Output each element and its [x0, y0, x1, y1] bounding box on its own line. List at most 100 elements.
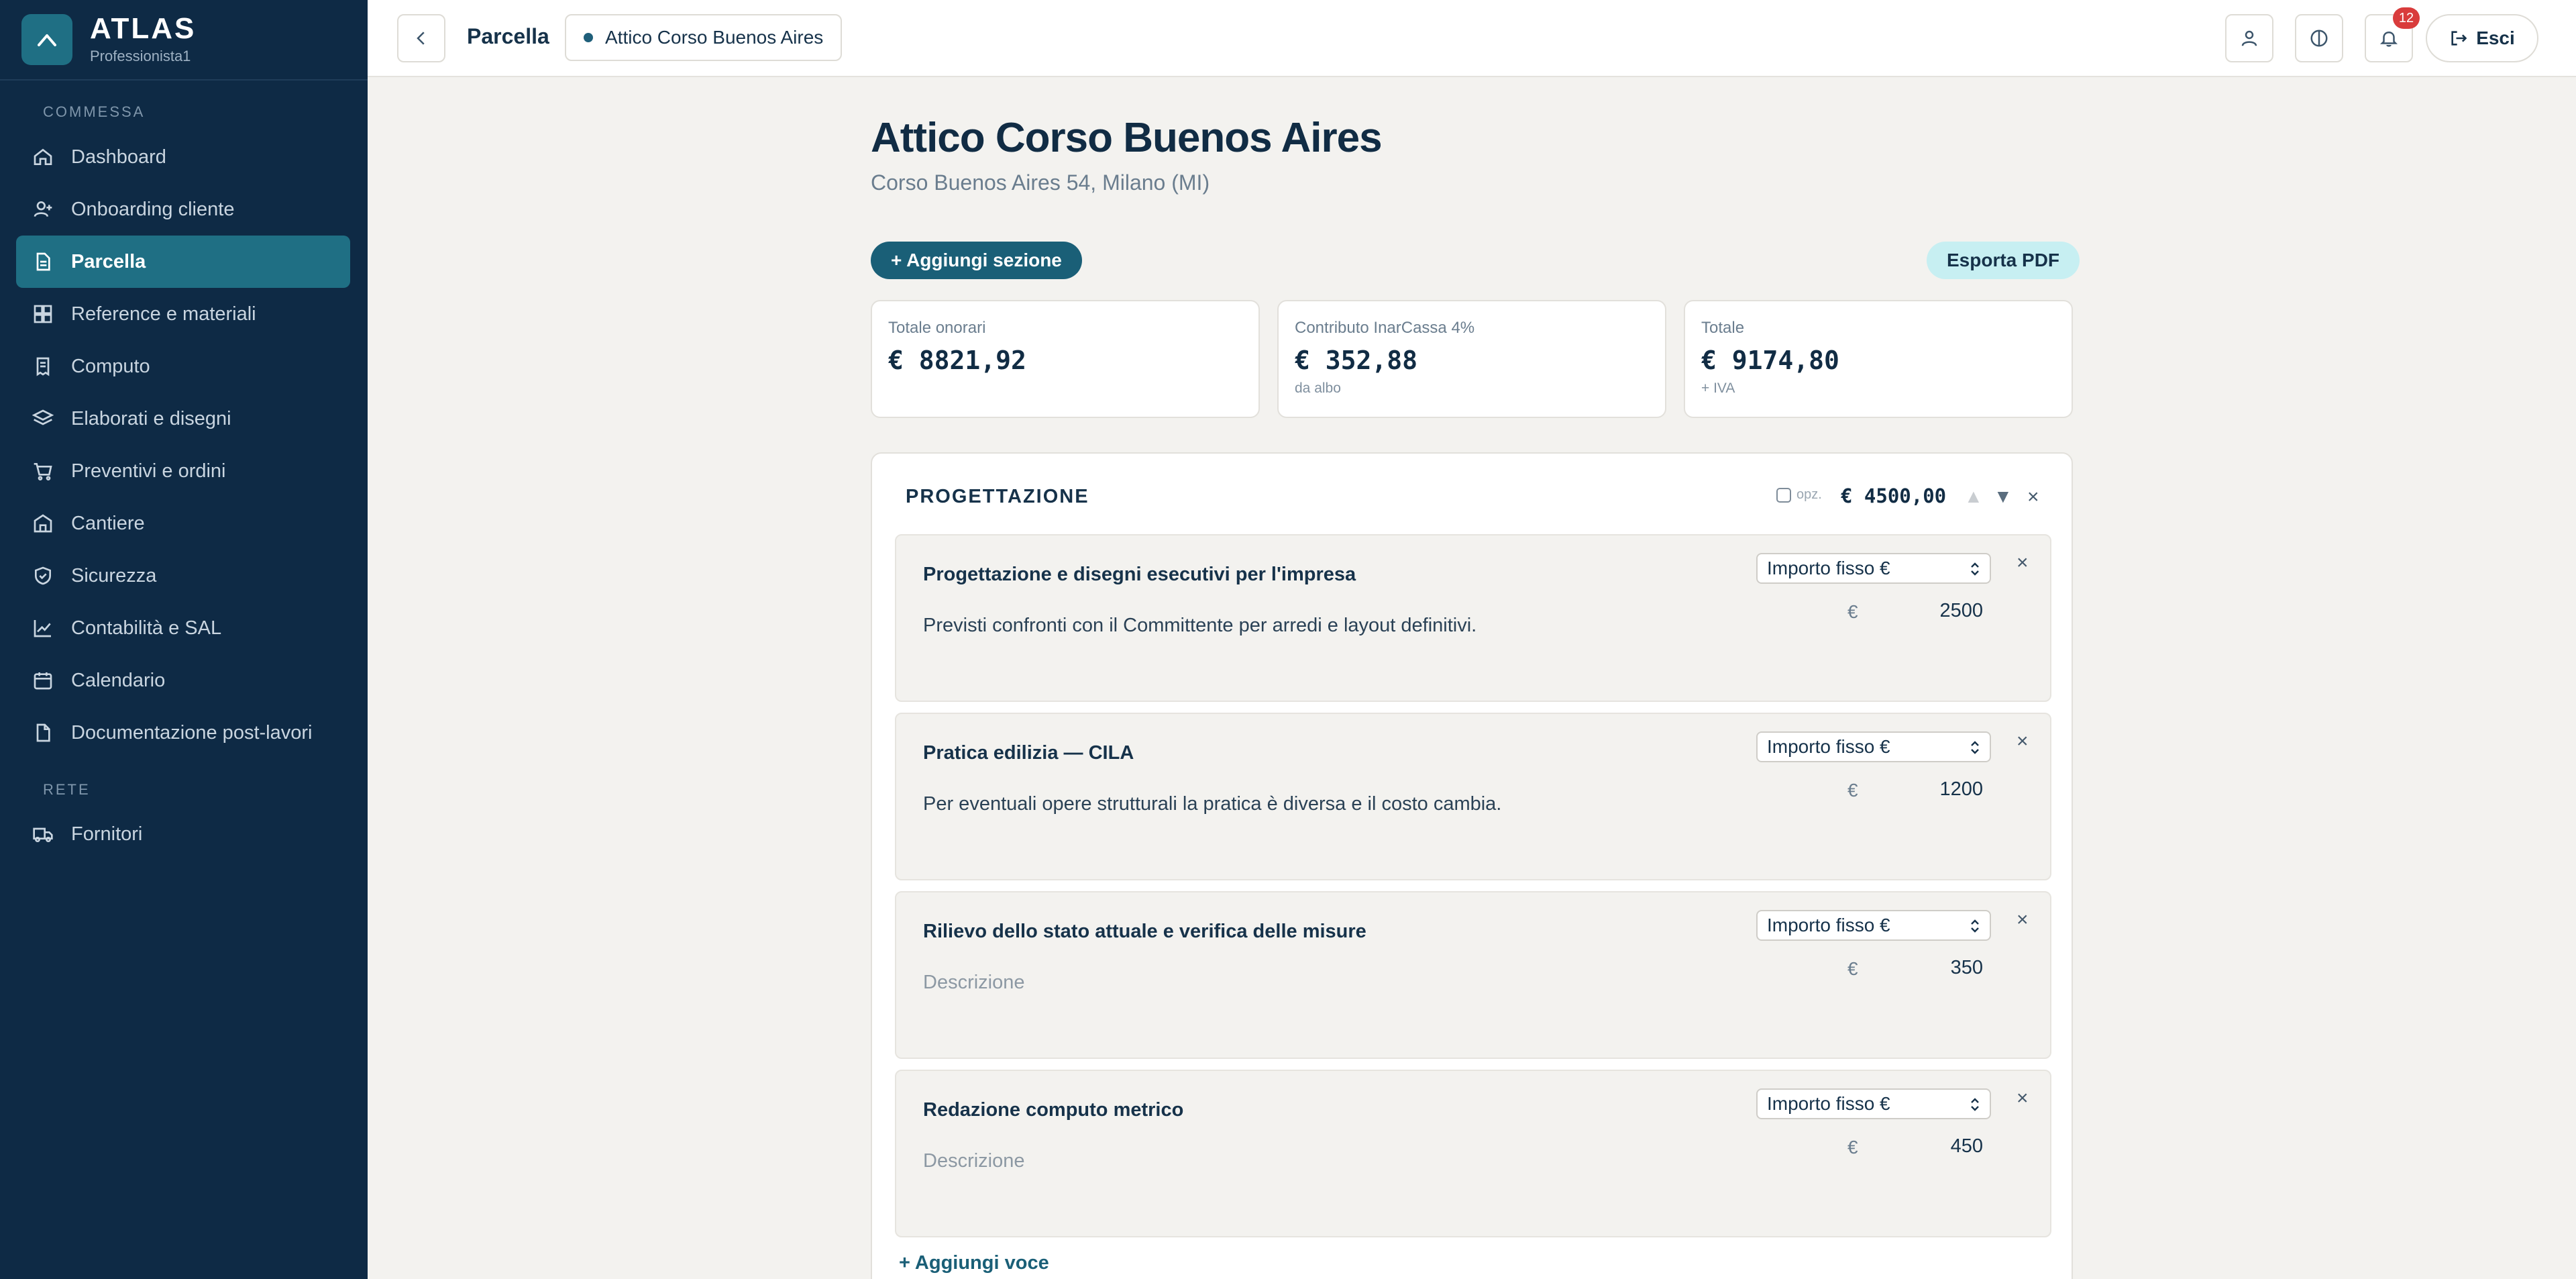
sidebar-item-preventivi[interactable]: Preventivi e ordini [16, 445, 350, 497]
notification-badge: 12 [2393, 7, 2420, 29]
user-plus-icon [32, 199, 54, 220]
card-value: € 8821,92 [888, 346, 1026, 375]
truck-icon [32, 823, 54, 845]
summary-card-inarcassa: Contributo InarCassa 4% € 352,88 da albo [1277, 300, 1666, 418]
amount-input[interactable]: 350 [1951, 957, 1983, 979]
sidebar-item-fornitori[interactable]: Fornitori [16, 808, 350, 860]
line-item: Pratica edilizia — CILA Per eventuali op… [895, 713, 2051, 880]
pricing-select-value: Importo fisso € [1767, 558, 1890, 578]
card-value: € 9174,80 [1701, 346, 1839, 375]
export-pdf-button[interactable]: Esporta PDF [1927, 242, 2080, 279]
sidebar-item-elaborati[interactable]: Elaborati e disegni [16, 393, 350, 445]
item-description[interactable]: Descrizione [923, 972, 1025, 994]
atlas-logo-icon[interactable] [21, 14, 72, 65]
sidebar-item-label: Elaborati e disegni [71, 407, 231, 429]
document-icon [32, 251, 54, 272]
amount-input[interactable]: 2500 [1939, 600, 1983, 622]
layers-icon [32, 408, 54, 429]
remove-item-icon[interactable]: × [2017, 1087, 2029, 1110]
select-arrows-icon [1971, 562, 1979, 576]
move-up-icon[interactable]: ▲ [1964, 486, 1983, 507]
add-item-button[interactable]: + Aggiungi voce [899, 1252, 1049, 1274]
line-item: Progettazione e disegni esecutivi per l'… [895, 534, 2051, 702]
bell-icon [2379, 31, 2398, 47]
grid-icon [32, 303, 54, 325]
select-arrows-icon [1971, 919, 1979, 933]
brand-name: ATLAS [90, 12, 197, 45]
sidebar-item-sicurezza[interactable]: Sicurezza [16, 550, 350, 602]
profile-button[interactable] [2225, 14, 2273, 62]
card-label: Totale [1701, 319, 1745, 337]
item-title[interactable]: Pratica edilizia — CILA [923, 742, 1134, 764]
remove-item-icon[interactable]: × [2017, 552, 2029, 574]
item-title[interactable]: Progettazione e disegni esecutivi per l'… [923, 564, 1356, 586]
optional-label: opz. [1796, 487, 1822, 502]
sidebar-item-label: Documentazione post-lavori [71, 721, 313, 744]
sidebar-section-rete: RETE [43, 781, 91, 798]
project-chip[interactable]: Attico Corso Buenos Aires [565, 14, 843, 61]
chart-icon [32, 617, 54, 639]
sidebar-item-documentazione[interactable]: Documentazione post-lavori [16, 707, 350, 759]
remove-item-icon[interactable]: × [2017, 730, 2029, 753]
card-note: da albo [1295, 380, 1341, 396]
project-chip-label: Attico Corso Buenos Aires [605, 27, 824, 48]
remove-section-icon[interactable]: × [2027, 486, 2039, 509]
section-progettazione: PROGETTAZIONE opz. € 4500,00 ▲ ▼ × Proge… [871, 452, 2073, 1279]
sidebar-item-onboarding[interactable]: Onboarding cliente [16, 183, 350, 236]
page-subtitle: Corso Buenos Aires 54, Milano (MI) [871, 170, 1210, 195]
remove-item-icon[interactable]: × [2017, 909, 2029, 931]
amount-input[interactable]: 450 [1951, 1135, 1983, 1158]
sidebar-item-label: Reference e materiali [71, 303, 256, 325]
sidebar-item-label: Onboarding cliente [71, 198, 235, 220]
item-title[interactable]: Redazione computo metrico [923, 1099, 1183, 1121]
calendar-icon [32, 670, 54, 691]
select-arrows-icon [1971, 741, 1979, 754]
sidebar-item-reference[interactable]: Reference e materiali [16, 288, 350, 340]
summary-card-onorari: Totale onorari € 8821,92 [871, 300, 1260, 418]
sidebar-item-computo[interactable]: Computo [16, 340, 350, 393]
pricing-select[interactable]: Importo fisso € [1756, 1088, 1991, 1119]
logout-label: Esci [2476, 28, 2515, 48]
currency-symbol: € [1847, 1137, 1858, 1158]
add-section-button[interactable]: + Aggiungi sezione [871, 242, 1082, 279]
pricing-select-value: Importo fisso € [1767, 915, 1890, 935]
brand: ATLAS Professionista1 [0, 0, 368, 81]
sidebar-item-label: Dashboard [71, 146, 166, 168]
sidebar-item-contabilita[interactable]: Contabilità e SAL [16, 602, 350, 654]
sidebar-item-label: Contabilità e SAL [71, 617, 222, 639]
card-label: Totale onorari [888, 319, 986, 337]
sidebar-item-dashboard[interactable]: Dashboard [16, 131, 350, 183]
back-button[interactable] [397, 14, 445, 62]
sidebar-item-parcella[interactable]: Parcella [16, 236, 350, 288]
file-icon [32, 722, 54, 744]
section-title: PROGETTAZIONE [906, 486, 1089, 507]
item-description[interactable]: Descrizione [923, 1150, 1025, 1172]
optional-checkbox[interactable]: opz. [1776, 487, 1822, 503]
sidebar-item-label: Calendario [71, 669, 166, 691]
theme-toggle-button[interactable] [2295, 14, 2343, 62]
item-title[interactable]: Rilievo dello stato attuale e verifica d… [923, 921, 1366, 943]
pricing-select[interactable]: Importo fisso € [1756, 910, 1991, 941]
item-description[interactable]: Previsti confronti con il Committente pe… [923, 615, 1477, 637]
logout-button[interactable]: Esci [2426, 14, 2538, 62]
sidebar: ATLAS Professionista1 COMMESSA Dashboard… [0, 0, 368, 1279]
amount-input[interactable]: 1200 [1939, 778, 1983, 801]
checkbox-icon [1776, 487, 1791, 503]
sidebar-item-label: Fornitori [71, 823, 143, 845]
sidebar-item-label: Preventivi e ordini [71, 460, 226, 482]
pricing-select[interactable]: Importo fisso € [1756, 731, 1991, 762]
user-icon [2241, 30, 2257, 46]
status-dot-icon [584, 33, 593, 42]
summary-card-totale: Totale € 9174,80 + IVA [1684, 300, 2073, 418]
sidebar-item-label: Computo [71, 355, 150, 377]
pricing-select[interactable]: Importo fisso € [1756, 553, 1991, 584]
sidebar-item-cantiere[interactable]: Cantiere [16, 497, 350, 550]
notifications-button[interactable]: 12 [2365, 7, 2420, 62]
line-item: Rilievo dello stato attuale e verifica d… [895, 891, 2051, 1059]
move-down-icon[interactable]: ▼ [1994, 486, 2012, 507]
building-icon [32, 513, 54, 534]
item-description[interactable]: Per eventuali opere strutturali la prati… [923, 793, 1501, 815]
sidebar-item-label: Parcella [71, 250, 146, 272]
sidebar-item-calendario[interactable]: Calendario [16, 654, 350, 707]
cart-icon [32, 460, 54, 482]
